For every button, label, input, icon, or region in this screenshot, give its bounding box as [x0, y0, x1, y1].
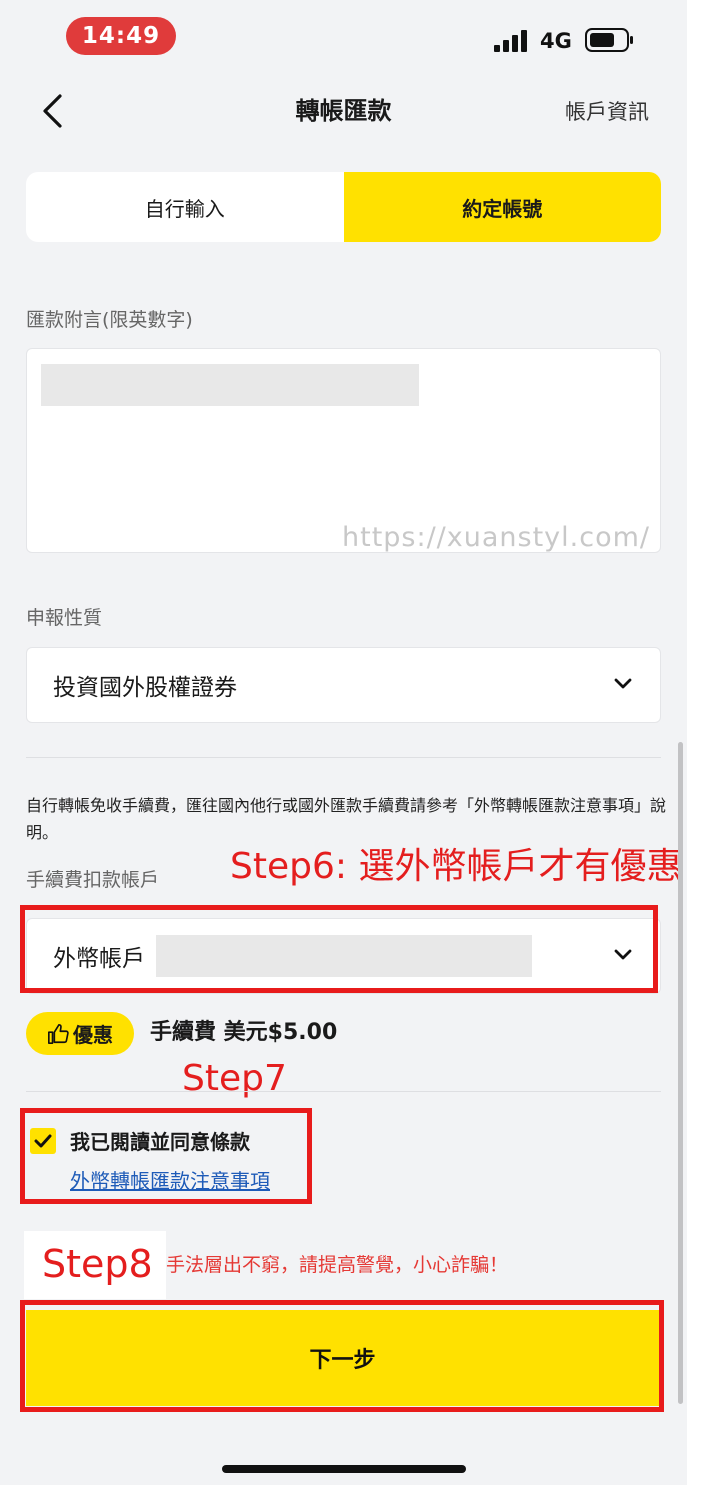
tab-designated-account[interactable]: 約定帳號 [343, 172, 661, 242]
next-step-button[interactable]: 下一步 [26, 1310, 659, 1406]
terms-link[interactable]: 外幣轉帳匯款注意事項 [70, 1166, 270, 1196]
fee-account-label: 手續費扣款帳戶 [26, 869, 160, 891]
checkmark-icon [34, 1134, 52, 1148]
fee-amount: 手續費 美元$5.00 [150, 1020, 338, 1045]
thumbs-up-icon [48, 1023, 69, 1044]
redacted-account-number [156, 935, 532, 977]
account-info-link[interactable]: 帳戶資訊 [565, 96, 649, 128]
transfer-mode-tabs: 自行輸入 約定帳號 [26, 172, 661, 242]
fraud-warning: 手法層出不窮，請提高警覺，小心詐騙！ [166, 1254, 509, 1276]
signal-icon [494, 30, 527, 52]
declaration-select[interactable]: 投資國外股權證券 [26, 647, 661, 723]
redacted-memo-text [41, 364, 419, 406]
chevron-down-icon [614, 678, 632, 689]
declaration-value: 投資國外股權證券 [53, 675, 237, 701]
scrollbar[interactable] [678, 742, 683, 1404]
divider [26, 757, 661, 758]
agree-checkbox[interactable] [30, 1128, 56, 1154]
promo-badge-label: 優惠 [73, 1023, 113, 1047]
step8-annotation: Step8 [42, 1242, 153, 1286]
chevron-down-icon [614, 949, 632, 960]
divider [26, 1091, 661, 1092]
declaration-label: 申報性質 [26, 607, 103, 629]
agree-text: 我已閱讀並同意條款 [70, 1130, 250, 1154]
battery-icon [585, 28, 633, 52]
step7-annotation: Step7 [182, 1058, 287, 1099]
memo-label: 匯款附言(限英數字) [26, 309, 193, 331]
home-indicator [222, 1465, 466, 1473]
watermark: https://xuanstyl.com/ [342, 522, 651, 553]
tab-manual-input[interactable]: 自行輸入 [26, 172, 344, 242]
screen: 14:49 4G 轉帳匯款 帳戶資訊 自行輸入 約定帳號 匯款附言(限英數字) … [0, 0, 687, 1485]
promo-badge: 優惠 [26, 1012, 134, 1055]
fee-notice: 自行轉帳免收手續費，匯往國內他行或國外匯款手續費請參考「外幣轉帳匯款注意事項」說… [26, 796, 667, 842]
chevron-left-icon[interactable] [38, 93, 68, 129]
network-type: 4G [540, 29, 572, 53]
step6-annotation: Step6: 選外幣帳戶才有優惠 [230, 846, 683, 887]
status-time: 14:49 [66, 17, 176, 55]
fee-account-value: 外幣帳戶 [53, 946, 145, 972]
